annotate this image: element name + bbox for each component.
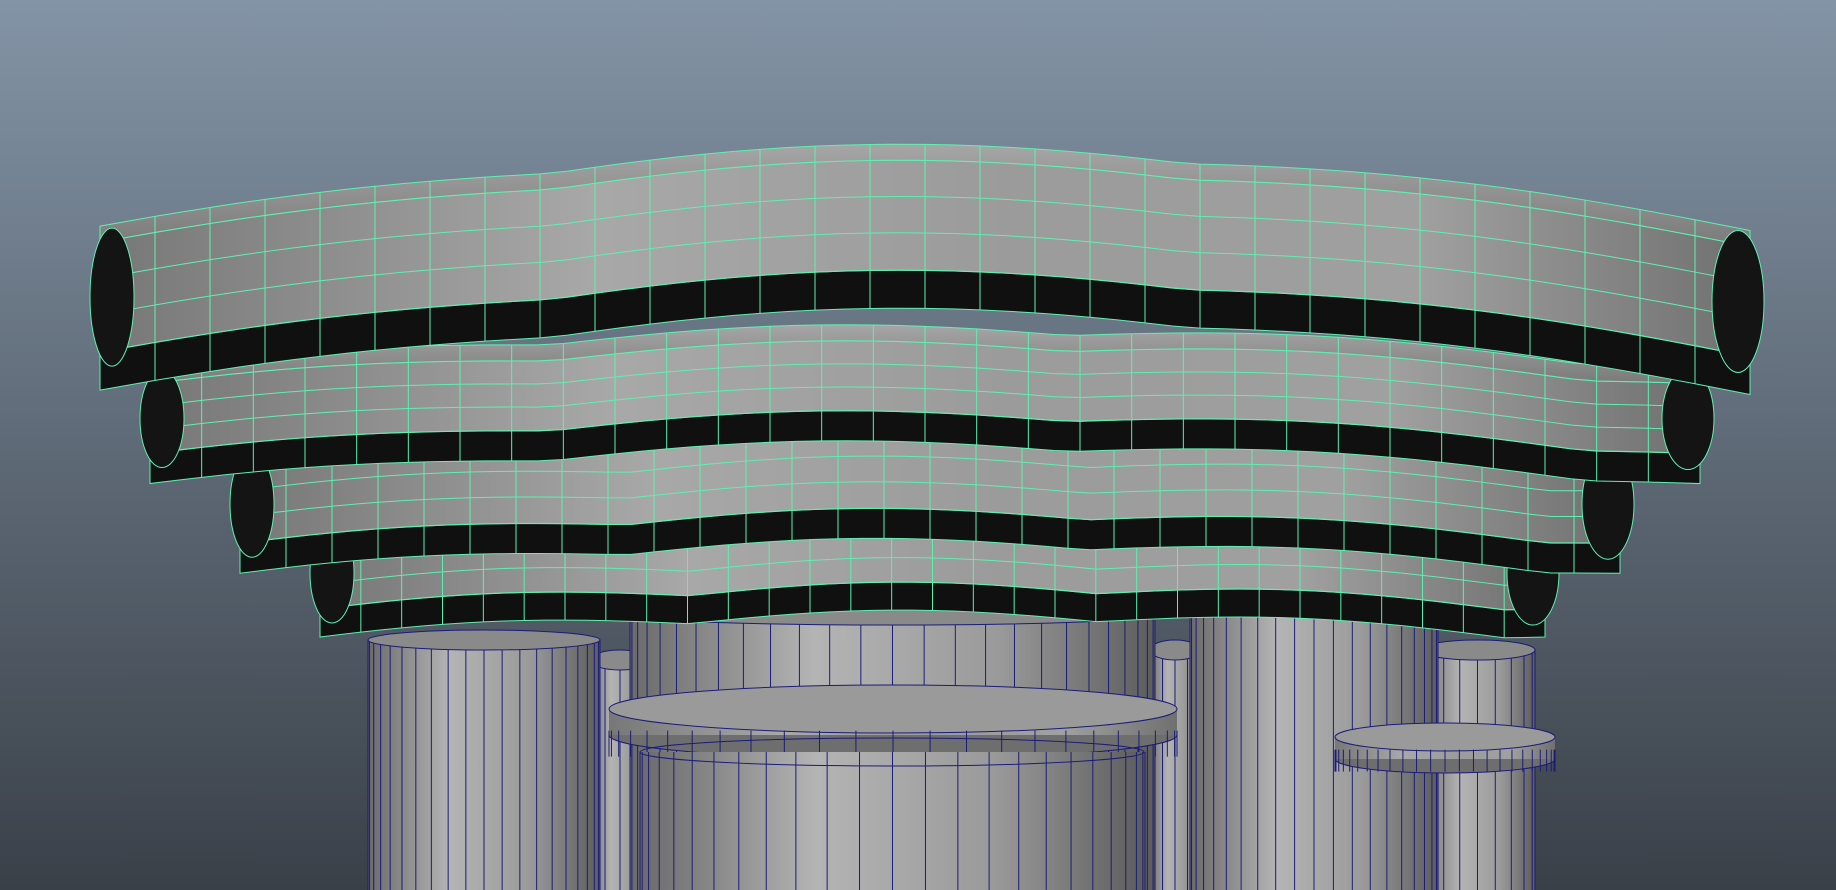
capital-tier-1-right-cap	[1711, 230, 1765, 374]
column-ring-center-upper	[608, 684, 1178, 734]
3d-viewport[interactable]	[0, 0, 1836, 890]
column-shaft-center-lower[interactable]	[639, 737, 1146, 890]
capital-tiers[interactable]	[89, 143, 1765, 639]
column-ring-right-upper	[1334, 722, 1556, 752]
capital-tier-1-left-cap	[89, 227, 135, 367]
column-ring-right[interactable]	[1334, 722, 1556, 774]
column-shaft-left-cap	[367, 629, 601, 651]
column-ring-center[interactable]	[608, 684, 1178, 760]
column-shaft-left[interactable]	[367, 629, 601, 890]
capital-tier-2-left-cap	[139, 369, 185, 469]
scene-geometry[interactable]	[0, 0, 1836, 890]
column-shafts[interactable]	[367, 594, 1556, 890]
